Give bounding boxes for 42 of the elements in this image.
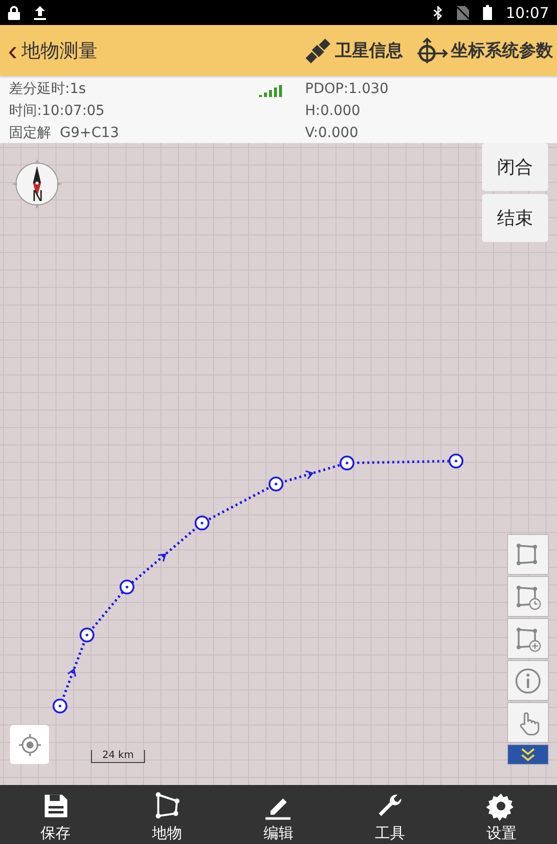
status-text: PDOP:1.030 [305, 80, 390, 99]
crosshair-arrow-icon [415, 36, 449, 66]
compass[interactable]: N [10, 157, 64, 211]
nav-item[interactable]: 保存 [0, 785, 112, 844]
map-tool-button[interactable] [507, 576, 549, 617]
map-tool-button[interactable] [507, 534, 549, 575]
chevrons-down-icon [519, 746, 537, 762]
locate-icon [18, 732, 42, 756]
page-title: 地物测量 [21, 38, 98, 64]
status-text: 固定解 G9+C13 [9, 124, 120, 143]
signal-icon [259, 85, 283, 97]
settings-icon [486, 791, 516, 821]
map-tool-button[interactable] [507, 702, 549, 743]
nav-item[interactable]: 工具 [334, 785, 446, 844]
satellite-info-button[interactable]: 卫星信息 [303, 36, 403, 66]
status-text: 差分延时:1s [9, 80, 87, 99]
polygon-add-icon [514, 624, 542, 652]
battery-icon [482, 5, 492, 20]
polygon-clock-icon [514, 582, 542, 610]
compass-icon [10, 157, 64, 211]
map-tool-button[interactable] [507, 618, 549, 659]
locate-button[interactable] [10, 725, 49, 764]
back-button[interactable]: ‹ [4, 36, 22, 64]
bluetooth-icon [432, 6, 443, 20]
info-icon [514, 666, 542, 694]
expand-button[interactable] [507, 744, 549, 765]
nav-item[interactable]: 设置 [446, 785, 557, 844]
finish-button[interactable]: 结束 [482, 194, 548, 242]
status-text: V:0.000 [305, 124, 360, 143]
status-text: 时间:10:07:05 [9, 102, 106, 121]
map-tool-button[interactable] [507, 660, 549, 701]
status-text: H:0.000 [305, 102, 362, 121]
coordinate-system-button[interactable]: 坐标系统参数 [415, 36, 553, 66]
no-sim-icon [456, 6, 469, 20]
nav-item[interactable]: 地物 [111, 785, 223, 844]
close-shape-button[interactable]: 闭合 [482, 143, 548, 191]
nav-item[interactable]: 编辑 [222, 785, 334, 844]
scale-bar: 24 km [91, 750, 145, 763]
upload-icon [34, 6, 46, 20]
lock-icon [8, 6, 20, 20]
clock-time: 10:07 [506, 4, 549, 22]
north-label: N [32, 187, 44, 205]
